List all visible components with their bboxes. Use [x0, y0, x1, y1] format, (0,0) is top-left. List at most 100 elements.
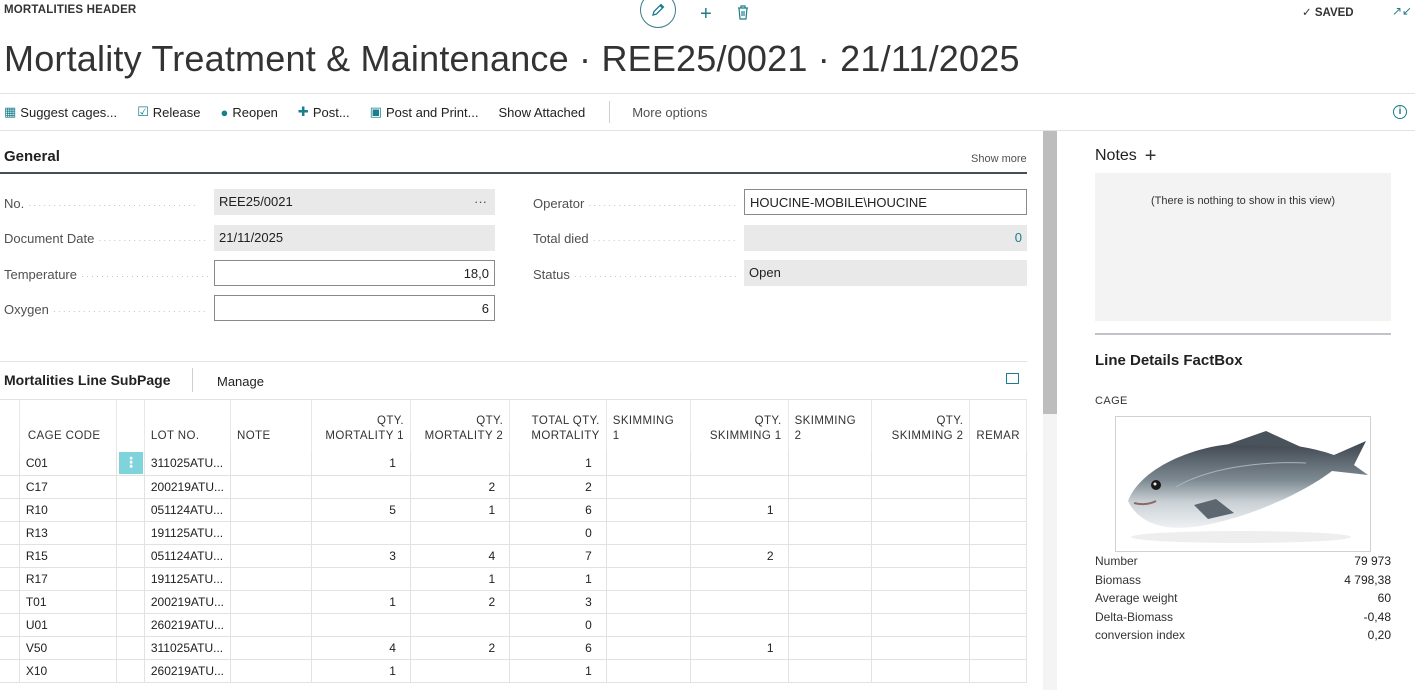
- qty-mortality-2-cell[interactable]: 4: [410, 544, 511, 568]
- row-menu-icon[interactable]: ⋮: [118, 452, 143, 474]
- expand-icon[interactable]: [1006, 373, 1019, 384]
- remark-cell[interactable]: [969, 636, 1027, 660]
- lot-no-cell[interactable]: 260219ATU...: [144, 659, 232, 683]
- qty-skimming-1-cell[interactable]: [690, 452, 789, 476]
- qty-mortality-2-cell[interactable]: [410, 659, 511, 683]
- row-action-cell[interactable]: [116, 613, 145, 637]
- skimming-1-cell[interactable]: [606, 567, 691, 591]
- note-cell[interactable]: [230, 590, 312, 614]
- skimming-1-cell[interactable]: [606, 613, 691, 637]
- table-row[interactable]: R10 051124ATU... 5 1 6 1: [0, 498, 1027, 522]
- skimming-1-cell[interactable]: [606, 498, 691, 522]
- note-cell[interactable]: [230, 659, 312, 683]
- skimming-1-cell[interactable]: [606, 452, 691, 476]
- skimming-2-cell[interactable]: [788, 636, 872, 660]
- qty-mortality-2-cell[interactable]: 2: [410, 475, 511, 499]
- qty-mortality-1-cell[interactable]: 4: [311, 636, 411, 660]
- total-qty-mortality-cell[interactable]: 0: [509, 521, 607, 545]
- qty-skimming-2-cell[interactable]: [871, 567, 971, 591]
- remark-cell[interactable]: [969, 567, 1027, 591]
- row-select-cell[interactable]: [0, 498, 20, 522]
- note-cell[interactable]: [230, 544, 312, 568]
- note-cell[interactable]: [230, 613, 312, 637]
- lot-no-cell[interactable]: 311025ATU...: [144, 452, 232, 476]
- qty-skimming-2-cell[interactable]: [871, 498, 971, 522]
- cage-code-cell[interactable]: V50: [19, 636, 117, 660]
- qty-mortality-2-cell[interactable]: 2: [410, 590, 511, 614]
- skimming-2-cell[interactable]: [788, 521, 872, 545]
- note-cell[interactable]: [230, 452, 312, 476]
- qty-mortality-2-cell[interactable]: [410, 613, 511, 637]
- qty-skimming-2-cell[interactable]: [871, 475, 971, 499]
- cage-picture[interactable]: [1115, 416, 1371, 552]
- skimming-1-cell[interactable]: [606, 659, 691, 683]
- row-select-cell[interactable]: [0, 544, 20, 568]
- table-row[interactable]: R15 051124ATU... 3 4 7 2: [0, 544, 1027, 568]
- qty-skimming-1-cell[interactable]: [690, 475, 789, 499]
- no-field[interactable]: REE25/0021 ···: [214, 189, 495, 215]
- post-button[interactable]: ✚ Post...: [298, 104, 350, 120]
- column-header-remark[interactable]: REMAR: [969, 400, 1027, 452]
- table-row[interactable]: R17 191125ATU... 1 1: [0, 567, 1027, 591]
- skimming-1-cell[interactable]: [606, 590, 691, 614]
- remark-cell[interactable]: [969, 521, 1027, 545]
- row-action-cell[interactable]: [116, 521, 145, 545]
- cage-code-cell[interactable]: X10: [19, 659, 117, 683]
- qty-mortality-1-cell[interactable]: 1: [311, 590, 411, 614]
- column-header-skimming-1[interactable]: SKIMMING 1: [606, 400, 691, 452]
- skimming-2-cell[interactable]: [788, 452, 872, 476]
- lot-no-cell[interactable]: 191125ATU...: [144, 521, 232, 545]
- stat-value[interactable]: 79 973: [1354, 554, 1391, 573]
- release-button[interactable]: ☑ Release: [137, 104, 200, 120]
- status-field[interactable]: Open: [744, 260, 1027, 286]
- row-select-cell[interactable]: [0, 613, 20, 637]
- total-qty-mortality-cell[interactable]: 2: [509, 475, 607, 499]
- skimming-1-cell[interactable]: [606, 544, 691, 568]
- qty-skimming-1-cell[interactable]: 1: [690, 498, 789, 522]
- row-action-cell[interactable]: [116, 636, 145, 660]
- cage-code-cell[interactable]: U01: [19, 613, 117, 637]
- skimming-2-cell[interactable]: [788, 613, 872, 637]
- qty-skimming-2-cell[interactable]: [871, 590, 971, 614]
- remark-cell[interactable]: [969, 544, 1027, 568]
- column-header-lot-no[interactable]: LOT NO.: [144, 400, 232, 452]
- operator-field[interactable]: HOUCINE-MOBILE\HOUCINE: [744, 189, 1027, 215]
- row-action-cell[interactable]: ⋮: [116, 452, 145, 476]
- column-header-skimming-2[interactable]: SKIMMING 2: [788, 400, 872, 452]
- cage-code-cell[interactable]: T01: [19, 590, 117, 614]
- table-row[interactable]: U01 260219ATU... 0: [0, 613, 1027, 637]
- scrollbar-thumb[interactable]: [1043, 131, 1057, 414]
- qty-mortality-1-cell[interactable]: [311, 567, 411, 591]
- note-cell[interactable]: [230, 475, 312, 499]
- remark-cell[interactable]: [969, 613, 1027, 637]
- table-row[interactable]: V50 311025ATU... 4 2 6 1: [0, 636, 1027, 660]
- qty-skimming-2-cell[interactable]: [871, 544, 971, 568]
- lot-no-cell[interactable]: 200219ATU...: [144, 590, 232, 614]
- skimming-1-cell[interactable]: [606, 475, 691, 499]
- total-qty-mortality-cell[interactable]: 1: [509, 452, 607, 476]
- qty-skimming-2-cell[interactable]: [871, 613, 971, 637]
- post-and-print-button[interactable]: ▣ Post and Print...: [370, 104, 479, 120]
- stat-value[interactable]: 4 798,38: [1344, 573, 1391, 592]
- note-cell[interactable]: [230, 521, 312, 545]
- note-cell[interactable]: [230, 567, 312, 591]
- qty-skimming-1-cell[interactable]: [690, 613, 789, 637]
- qty-skimming-1-cell[interactable]: 1: [690, 636, 789, 660]
- column-header-cage-code[interactable]: CAGE CODE: [19, 400, 117, 452]
- cage-code-cell[interactable]: C17: [19, 475, 117, 499]
- total-died-field[interactable]: 0: [744, 225, 1027, 251]
- skimming-2-cell[interactable]: [788, 659, 872, 683]
- column-header-qty-skimming-1[interactable]: QTY. SKIMMING 1: [690, 400, 789, 452]
- table-row[interactable]: T01 200219ATU... 1 2 3: [0, 590, 1027, 614]
- row-select-cell[interactable]: [0, 590, 20, 614]
- qty-mortality-1-cell[interactable]: 1: [311, 659, 411, 683]
- skimming-1-cell[interactable]: [606, 636, 691, 660]
- note-cell[interactable]: [230, 498, 312, 522]
- qty-mortality-2-cell[interactable]: 2: [410, 636, 511, 660]
- total-qty-mortality-cell[interactable]: 1: [509, 659, 607, 683]
- qty-mortality-2-cell[interactable]: [410, 452, 511, 476]
- row-select-cell[interactable]: [0, 475, 20, 499]
- manage-button[interactable]: Manage: [217, 374, 264, 389]
- row-select-cell[interactable]: [0, 452, 20, 476]
- cage-code-cell[interactable]: C01: [19, 452, 117, 476]
